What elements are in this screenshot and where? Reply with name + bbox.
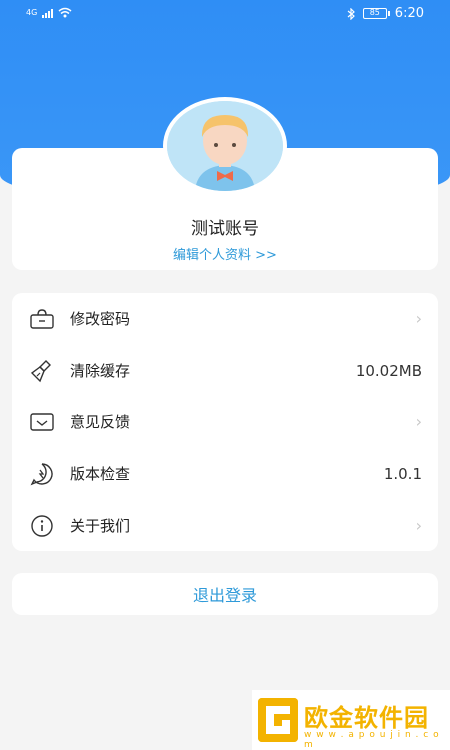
- logout-button[interactable]: 退出登录: [12, 573, 438, 615]
- menu-item-label: 关于我们: [70, 517, 131, 535]
- status-bar: 4G 85 6:20: [0, 0, 450, 30]
- menu-item-label: 修改密码: [70, 310, 131, 328]
- info-icon: [29, 513, 55, 539]
- broom-icon: [29, 358, 55, 384]
- edit-profile-link[interactable]: 编辑个人资料 >>: [0, 244, 450, 263]
- bluetooth-icon: [347, 7, 355, 20]
- menu-item-label: 意见反馈: [70, 413, 131, 431]
- watermark-text: 欧金软件园: [304, 704, 429, 732]
- mail-icon: [29, 409, 55, 435]
- chevron-right-icon: ›: [415, 412, 422, 431]
- clock: 6:20: [394, 6, 424, 21]
- watermark: 欧金软件园 w w w . a p o u j i n . c o m: [252, 690, 450, 750]
- wifi-icon: [58, 7, 72, 18]
- watermark-logo-icon: [258, 698, 298, 742]
- menu-item-feedback[interactable]: 意见反馈 ›: [12, 396, 438, 447]
- signal-icon: [42, 8, 54, 18]
- menu-item-about-us[interactable]: 关于我们 ›: [12, 500, 438, 551]
- settings-menu: 修改密码 › 清除缓存 10.02MB 意见反馈 › 版本检查 1.0.1 关于…: [12, 293, 438, 551]
- menu-item-clear-cache[interactable]: 清除缓存 10.02MB: [12, 345, 438, 396]
- battery-icon: 85: [362, 8, 390, 19]
- avatar[interactable]: [163, 97, 287, 195]
- menu-item-change-password[interactable]: 修改密码 ›: [12, 293, 438, 344]
- avatar-illustration: [167, 101, 283, 191]
- menu-item-label: 版本检查: [70, 465, 131, 483]
- menu-item-label: 清除缓存: [70, 362, 131, 380]
- username: 测试账号: [191, 219, 259, 239]
- menu-item-version-check[interactable]: 版本检查 1.0.1: [12, 448, 438, 499]
- watermark-url: w w w . a p o u j i n . c o m: [304, 730, 440, 750]
- update-icon: [29, 461, 55, 487]
- version-number: 1.0.1: [383, 464, 422, 483]
- network-type: 4G: [26, 7, 38, 17]
- chevron-right-icon: ›: [415, 516, 422, 535]
- lock-icon: [29, 306, 55, 332]
- chevron-right-icon: ›: [415, 309, 422, 328]
- cache-size: 10.02MB: [355, 361, 422, 380]
